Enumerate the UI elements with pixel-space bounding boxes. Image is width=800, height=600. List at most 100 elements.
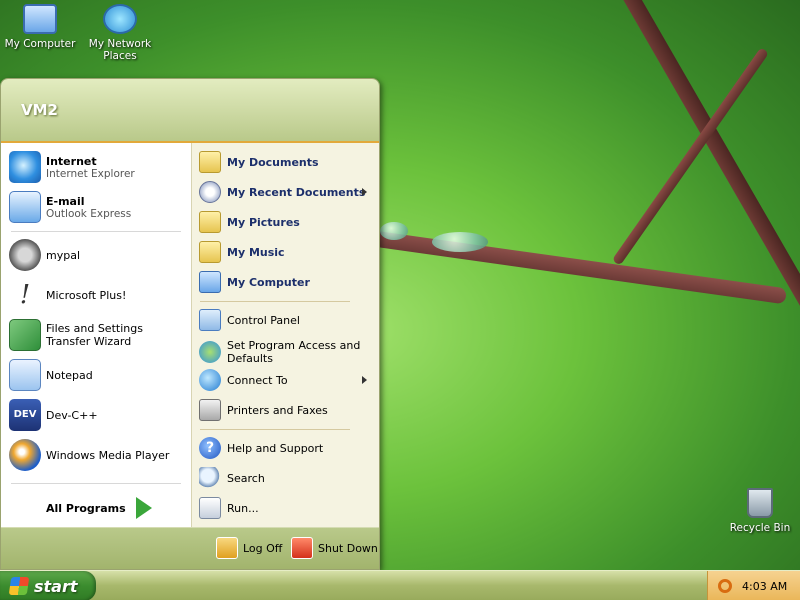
separator [200, 301, 350, 302]
desktop-icon-my-network-places[interactable]: My Network Places [82, 4, 158, 62]
menu-label: My Documents [227, 155, 319, 169]
program-label: Files and Settings Transfer Wizard [46, 322, 143, 348]
desktop-icon-recycle-bin[interactable]: Recycle Bin [722, 488, 798, 534]
log-off-button[interactable]: Log Off [216, 537, 282, 559]
recent-media-player[interactable]: Windows Media Player [9, 439, 185, 471]
network-icon [103, 4, 137, 34]
recycle-bin-icon [747, 488, 773, 518]
menu-label: Connect To [227, 373, 288, 387]
program-label: Dev-C++ [46, 408, 98, 422]
menu-label: Run... [227, 501, 259, 515]
all-programs-label: All Programs [46, 501, 126, 515]
start-menu-footer: Log Off Shut Down [1, 527, 379, 569]
water-drop [380, 222, 408, 240]
desktop-icon-label: My Network Places [88, 38, 152, 62]
program-label: mypal [46, 248, 81, 262]
desktop-icon-my-computer[interactable]: My Computer [2, 4, 78, 50]
menu-label: My Music [227, 245, 285, 259]
pinned-title: E-mail [46, 194, 85, 208]
start-menu-right-pane: My Documents My Recent Documents My Pict… [191, 143, 379, 527]
menu-control-panel[interactable]: Control Panel [199, 309, 375, 331]
menu-label: My Pictures [227, 215, 300, 229]
separator [200, 429, 350, 430]
shut-down-button[interactable]: Shut Down [291, 537, 378, 559]
taskbar: start 4:03 AM [0, 570, 800, 600]
recent-documents-icon [199, 181, 221, 203]
separator [11, 231, 181, 232]
control-panel-icon [199, 309, 221, 331]
windows-flag-icon [8, 577, 30, 595]
program-label: Microsoft Plus! [46, 288, 127, 302]
microsoft-plus-icon: ! [19, 280, 31, 310]
recent-notepad[interactable]: Notepad [9, 359, 185, 391]
recent-transfer-wizard[interactable]: Files and Settings Transfer Wizard [9, 319, 185, 351]
start-button[interactable]: start [0, 571, 96, 600]
shut-down-label: Shut Down [318, 541, 378, 555]
all-programs-button[interactable]: All Programs [46, 497, 152, 519]
start-menu-left-pane: Internet Internet Explorer E-mail Outloo… [1, 143, 191, 527]
menu-label: Search [227, 471, 265, 485]
submenu-arrow-icon [362, 376, 367, 384]
menu-label: Control Panel [227, 313, 300, 327]
connect-to-icon [199, 369, 221, 391]
program-label: Notepad [46, 368, 93, 382]
submenu-arrow-icon [362, 188, 367, 196]
internet-explorer-icon [9, 151, 41, 183]
my-music-icon [199, 241, 221, 263]
user-name: VM2 [21, 101, 58, 119]
menu-label: Set Program Access and Defaults [227, 339, 361, 365]
recent-microsoft-plus[interactable]: ! Microsoft Plus! [9, 279, 185, 311]
menu-my-pictures[interactable]: My Pictures [199, 211, 375, 233]
desktop-icon-label: Recycle Bin [729, 522, 791, 534]
menu-label: My Computer [227, 275, 310, 289]
pinned-email[interactable]: E-mail Outlook Express [9, 191, 185, 223]
mypal-raccoon-icon [9, 239, 41, 271]
my-documents-icon [199, 151, 221, 173]
pinned-subtitle: Outlook Express [46, 207, 132, 220]
menu-search[interactable]: Search [199, 467, 375, 489]
menu-program-access[interactable]: Set Program Access and Defaults [199, 339, 375, 365]
pinned-title: Internet [46, 154, 97, 168]
pinned-internet[interactable]: Internet Internet Explorer [9, 151, 185, 183]
notepad-icon [9, 359, 41, 391]
menu-label: Help and Support [227, 441, 324, 455]
start-menu: VM2 Internet Internet Explorer E-mail Ou… [0, 78, 380, 570]
wallpaper-branch [611, 47, 770, 266]
system-tray: 4:03 AM [707, 571, 800, 600]
my-computer-icon [199, 271, 221, 293]
transfer-wizard-icon [9, 319, 41, 351]
help-icon: ? [199, 437, 221, 459]
menu-my-recent-documents[interactable]: My Recent Documents [199, 181, 375, 203]
recent-dev-cpp[interactable]: DEV Dev-C++ [9, 399, 185, 431]
menu-label: My Recent Documents [227, 185, 366, 199]
menu-my-music[interactable]: My Music [199, 241, 375, 263]
dev-cpp-icon: DEV [9, 399, 41, 431]
power-icon [291, 537, 313, 559]
my-pictures-icon [199, 211, 221, 233]
menu-label: Printers and Faxes [227, 403, 328, 417]
pinned-subtitle: Internet Explorer [46, 167, 135, 180]
computer-icon [23, 4, 57, 34]
program-label: Windows Media Player [46, 448, 170, 462]
outlook-express-icon [9, 191, 41, 223]
tray-key-icon[interactable] [718, 579, 732, 593]
program-access-icon [199, 341, 221, 363]
clock[interactable]: 4:03 AM [742, 580, 787, 593]
menu-my-computer[interactable]: My Computer [199, 271, 375, 293]
menu-printers-faxes[interactable]: Printers and Faxes [199, 399, 375, 421]
search-icon [199, 467, 221, 489]
water-drop [432, 232, 488, 252]
menu-help-support[interactable]: ? Help and Support [199, 437, 375, 459]
media-player-icon [9, 439, 41, 471]
start-label: start [34, 576, 78, 596]
recent-mypal[interactable]: mypal [9, 239, 185, 271]
start-menu-header: VM2 [1, 79, 379, 143]
menu-my-documents[interactable]: My Documents [199, 151, 375, 173]
desktop-icon-label: My Computer [4, 38, 76, 50]
printer-icon [199, 399, 221, 421]
menu-run[interactable]: Run... [199, 497, 375, 519]
menu-connect-to[interactable]: Connect To [199, 369, 375, 391]
separator [11, 483, 181, 484]
start-menu-body: Internet Internet Explorer E-mail Outloo… [1, 143, 379, 527]
log-off-label: Log Off [243, 541, 283, 555]
